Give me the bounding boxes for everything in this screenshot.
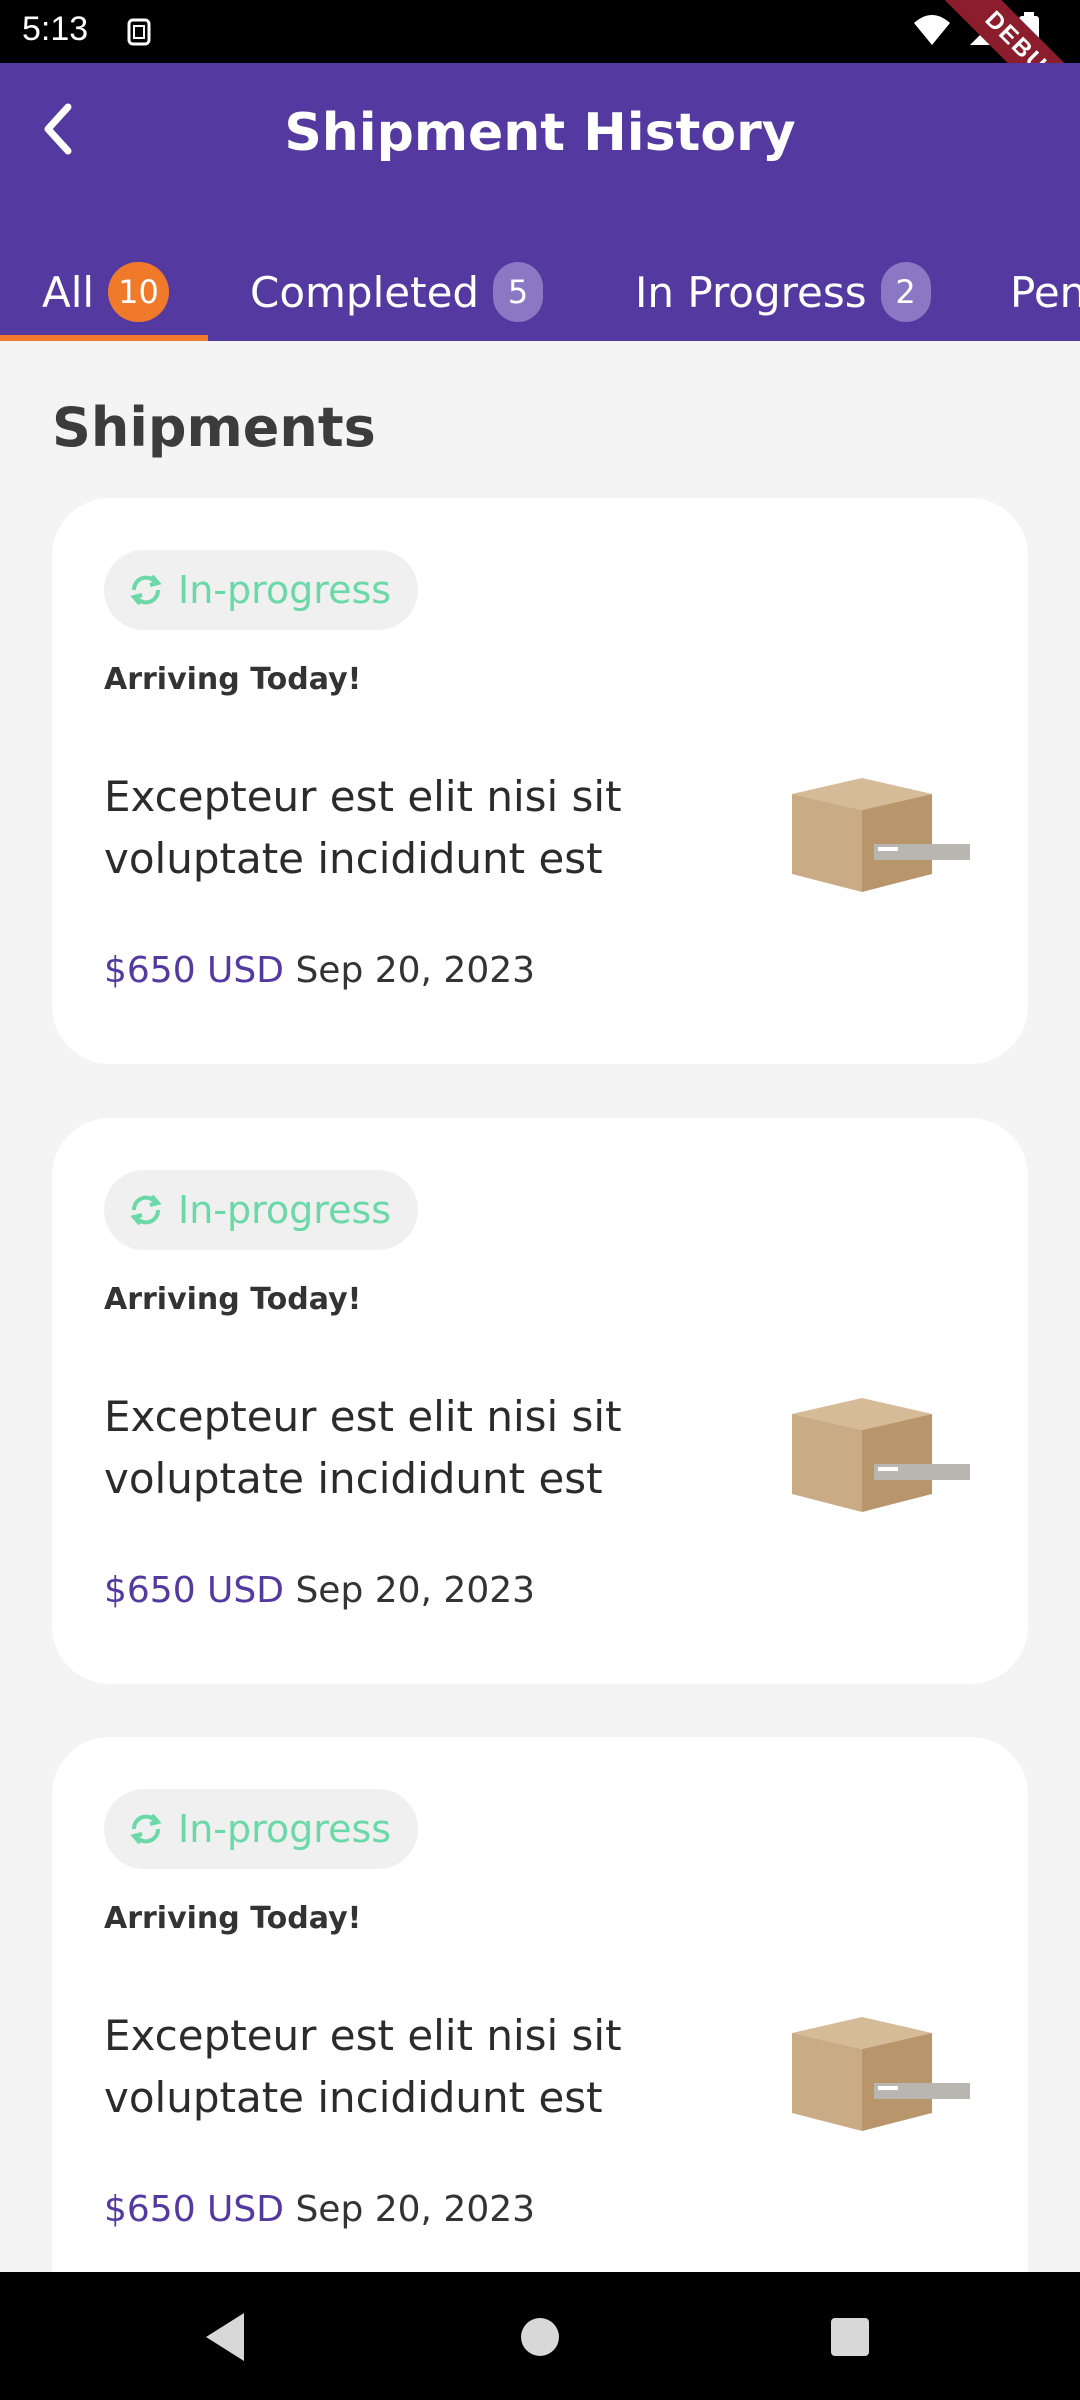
back-triangle-icon	[206, 2313, 244, 2361]
nav-recents-button[interactable]	[815, 2302, 885, 2372]
shipment-description: Excepteur est elit nisi sit voluptate in…	[104, 772, 622, 883]
sync-icon	[130, 1194, 162, 1226]
tab-label: Completed	[250, 267, 480, 317]
status-label: In-progress	[178, 568, 392, 612]
arrival-headline: Arriving Today!	[104, 1901, 362, 1936]
nav-home-button[interactable]	[505, 2302, 575, 2372]
tab-count-badge: 5	[493, 262, 544, 322]
cardboard-box-image	[792, 778, 970, 892]
shipment-description: Excepteur est elit nisi sit voluptate in…	[104, 1392, 622, 1503]
tab-all[interactable]: All 10	[42, 243, 169, 341]
status-badge: In-progress	[104, 1170, 418, 1250]
cardboard-box-image	[792, 2017, 970, 2131]
tab-completed[interactable]: Completed 5	[250, 243, 544, 341]
app-bar: Shipment History All 10 Completed 5 In P…	[0, 63, 1080, 341]
status-badge: In-progress	[104, 1789, 418, 1869]
sync-icon	[130, 1813, 162, 1845]
tab-count-badge: 2	[880, 262, 931, 322]
shipment-card[interactable]: In-progress Arriving Today! Excepteur es…	[52, 498, 1028, 1064]
recents-square-icon	[831, 2318, 869, 2356]
shipment-price: $650 USD	[104, 1570, 284, 1611]
shipment-date: Sep 20, 2023	[295, 1570, 536, 1611]
tab-bar: All 10 Completed 5 In Progress 2 Pen	[0, 243, 1080, 341]
arrival-headline: Arriving Today!	[104, 662, 362, 697]
cardboard-box-image	[792, 1398, 970, 1512]
tab-label: All	[42, 267, 95, 317]
sync-icon	[130, 574, 162, 606]
tab-pending[interactable]: Pen	[1010, 243, 1080, 341]
shipment-date: Sep 20, 2023	[295, 2189, 536, 2230]
status-label: In-progress	[178, 1807, 392, 1851]
nav-back-button[interactable]	[190, 2302, 260, 2372]
tab-label: Pen	[1010, 267, 1080, 317]
page-title: Shipment History	[284, 103, 796, 163]
status-time: 5:13	[22, 10, 89, 48]
price-date-row: $650 USD Sep 20, 2023	[104, 2189, 535, 2230]
tab-in-progress[interactable]: In Progress 2	[635, 243, 931, 341]
shipment-card[interactable]: In-progress Arriving Today! Excepteur es…	[52, 1118, 1028, 1684]
sim-icon	[127, 18, 151, 46]
section-title: Shipments	[52, 396, 376, 459]
price-date-row: $650 USD Sep 20, 2023	[104, 1570, 535, 1611]
status-label: In-progress	[178, 1188, 392, 1232]
arrival-headline: Arriving Today!	[104, 1282, 362, 1317]
tab-label: In Progress	[635, 267, 867, 317]
shipment-date: Sep 20, 2023	[295, 950, 536, 991]
price-date-row: $650 USD Sep 20, 2023	[104, 950, 535, 991]
status-bar: 5:13 DEBUG	[0, 0, 1080, 146]
home-circle-icon	[521, 2318, 559, 2356]
wifi-icon	[914, 15, 950, 45]
status-badge: In-progress	[104, 550, 418, 630]
shipment-card[interactable]: In-progress Arriving Today! Excepteur es…	[52, 1737, 1028, 2272]
shipment-description: Excepteur est elit nisi sit voluptate in…	[104, 2011, 622, 2122]
system-nav-bar	[0, 2272, 1080, 2400]
active-tab-indicator	[0, 335, 208, 341]
shipment-price: $650 USD	[104, 2189, 284, 2230]
tab-count-badge: 10	[108, 262, 169, 322]
shipment-price: $650 USD	[104, 950, 284, 991]
